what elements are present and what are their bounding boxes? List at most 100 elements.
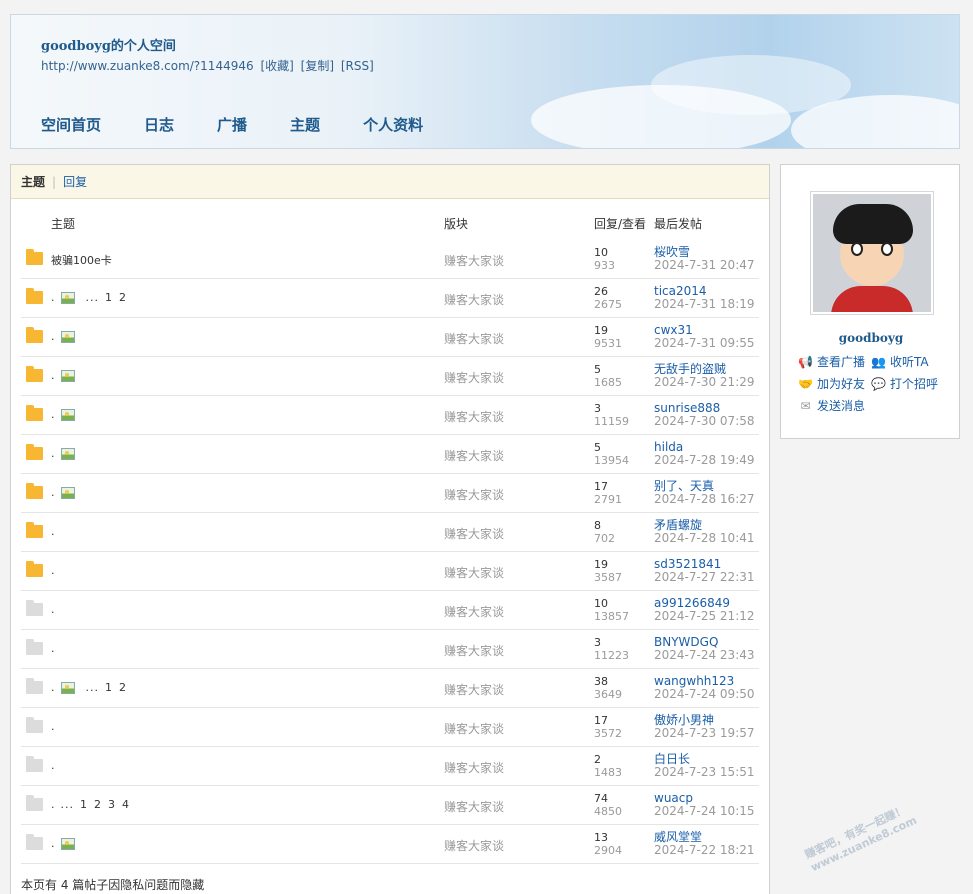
last-post: sd3521841 2024-7-27 22:31: [654, 558, 755, 584]
forum-link[interactable]: 赚客大家谈: [444, 564, 504, 581]
page-link[interactable]: 2: [94, 798, 102, 811]
avatar-hair: [833, 204, 913, 244]
favorite-link[interactable]: [收藏]: [260, 59, 293, 73]
avatar-image: [813, 194, 931, 312]
last-post-date-link[interactable]: 2024-7-24 23:43: [654, 649, 755, 662]
forum-link[interactable]: 赚客大家谈: [444, 837, 504, 854]
thread-title-link[interactable]: .: [51, 525, 55, 538]
thread-title-link[interactable]: .: [51, 759, 55, 772]
last-post-date-link[interactable]: 2024-7-30 21:29: [654, 376, 755, 389]
thread-title-link[interactable]: .: [51, 720, 55, 733]
last-post-date-link[interactable]: 2024-7-31 09:55: [654, 337, 755, 350]
thread-title-link[interactable]: .: [51, 837, 55, 850]
page-ellipsis: ...: [60, 798, 74, 811]
view-broadcast-button[interactable]: 📢 查看广播: [798, 353, 865, 370]
forum-link[interactable]: 赚客大家谈: [444, 447, 504, 464]
rss-link[interactable]: [RSS]: [341, 59, 374, 73]
nav-home[interactable]: 空间首页: [41, 114, 101, 135]
page-link[interactable]: 2: [119, 681, 127, 694]
view-count: 11159: [594, 415, 629, 428]
folder-icon: [26, 327, 43, 343]
view-count: 3587: [594, 571, 622, 584]
table-row: .... 1 2 赚客大家谈 26 2675 tica2014 2024-7-31 18:19: [21, 279, 759, 318]
last-post-date-link[interactable]: 2024-7-23 15:51: [654, 766, 755, 779]
last-post: 别了、天真 2024-7-28 16:27: [654, 480, 755, 506]
space-url-link[interactable]: http://www.zuanke8.com/?1144946: [41, 59, 254, 73]
forum-link[interactable]: 赚客大家谈: [444, 798, 504, 815]
forum-link[interactable]: 赚客大家谈: [444, 720, 504, 737]
forum-link[interactable]: 赚客大家谈: [444, 330, 504, 347]
forum-link[interactable]: 赚客大家谈: [444, 369, 504, 386]
profile-username[interactable]: goodboyg: [781, 331, 961, 345]
view-count: 702: [594, 532, 615, 545]
page-link[interactable]: 2: [119, 291, 127, 304]
table-row: .... 1 2 赚客大家谈 38 3649 wangwhh123 2024-7-24 09:…: [21, 669, 759, 708]
page-link[interactable]: 1: [105, 291, 113, 304]
space-title[interactable]: goodboyg的个人空间: [41, 35, 176, 54]
avatar[interactable]: [810, 191, 934, 315]
image-attachment-icon: [60, 486, 75, 499]
nav-blog[interactable]: 日志: [144, 114, 174, 135]
nav-profile[interactable]: 个人资料: [363, 114, 423, 135]
follow-button[interactable]: 👥 收听TA: [871, 353, 929, 370]
page-link[interactable]: 4: [122, 798, 130, 811]
greet-label: 打个招呼: [890, 377, 939, 391]
last-post-date-link[interactable]: 2024-7-25 21:12: [654, 610, 755, 623]
thread-title-link[interactable]: .: [51, 486, 55, 499]
reply-view-counts: 74 4850: [594, 792, 622, 818]
forum-link[interactable]: 赚客大家谈: [444, 642, 504, 659]
view-count: 3649: [594, 688, 622, 701]
forum-link[interactable]: 赚客大家谈: [444, 681, 504, 698]
last-post-date-link[interactable]: 2024-7-28 16:27: [654, 493, 755, 506]
page-link[interactable]: 1: [80, 798, 88, 811]
thread-title-link[interactable]: .: [51, 603, 55, 616]
page-link[interactable]: 1: [105, 681, 113, 694]
folder-icon: [26, 483, 43, 499]
last-post-date-link[interactable]: 2024-7-28 10:41: [654, 532, 755, 545]
thread-title-link[interactable]: .: [51, 447, 55, 460]
thread-pages: ... 1 2: [80, 291, 128, 304]
add-friend-button[interactable]: 🤝 加为好友: [798, 375, 865, 392]
thread-subject: .: [51, 720, 55, 733]
forum-link[interactable]: 赚客大家谈: [444, 252, 504, 269]
last-post-date-link[interactable]: 2024-7-27 22:31: [654, 571, 755, 584]
last-post-date-link[interactable]: 2024-7-24 10:15: [654, 805, 755, 818]
copy-link[interactable]: [复制]: [301, 59, 334, 73]
thread-title-link[interactable]: 被骗100e卡: [51, 252, 112, 268]
send-message-button[interactable]: ✉ 发送消息: [798, 397, 865, 414]
last-post-date-link[interactable]: 2024-7-23 19:57: [654, 727, 755, 740]
page-link[interactable]: 3: [108, 798, 116, 811]
thread-title-link[interactable]: .: [51, 681, 55, 694]
folder-icon: [26, 561, 43, 577]
greet-button[interactable]: 💬 打个招呼: [871, 375, 938, 392]
forum-link[interactable]: 赚客大家谈: [444, 525, 504, 542]
view-count: 11223: [594, 649, 629, 662]
forum-link[interactable]: 赚客大家谈: [444, 759, 504, 776]
forum-link[interactable]: 赚客大家谈: [444, 291, 504, 308]
thread-title-link[interactable]: .: [51, 408, 55, 421]
thread-title-link[interactable]: .: [51, 642, 55, 655]
table-row: . 赚客大家谈 8 702 矛盾螺旋 2024-7-28 10:41: [21, 513, 759, 552]
last-post: 矛盾螺旋 2024-7-28 10:41: [654, 519, 755, 545]
tab-replies[interactable]: 回复: [63, 173, 87, 190]
last-post-date-link[interactable]: 2024-7-31 20:47: [654, 259, 755, 272]
last-post-date-link[interactable]: 2024-7-24 09:50: [654, 688, 755, 701]
last-post: tica2014 2024-7-31 18:19: [654, 285, 755, 311]
thread-title-link[interactable]: .: [51, 564, 55, 577]
tab-threads[interactable]: 主题: [21, 173, 45, 190]
header-replies-views: 回复/查看: [594, 217, 647, 231]
forum-link[interactable]: 赚客大家谈: [444, 603, 504, 620]
nav-broadcast[interactable]: 广播: [217, 114, 247, 135]
nav-threads[interactable]: 主题: [290, 114, 320, 135]
last-post-date-link[interactable]: 2024-7-22 18:21: [654, 844, 755, 857]
forum-link[interactable]: 赚客大家谈: [444, 486, 504, 503]
last-post-date-link[interactable]: 2024-7-31 18:19: [654, 298, 755, 311]
last-post-date-link[interactable]: 2024-7-30 07:58: [654, 415, 755, 428]
table-row: . 赚客大家谈 19 9531 cwx31 2024-7-31 09:55: [21, 318, 759, 357]
thread-title-link[interactable]: .: [51, 330, 55, 343]
thread-title-link[interactable]: .: [51, 369, 55, 382]
forum-link[interactable]: 赚客大家谈: [444, 408, 504, 425]
last-post-date-link[interactable]: 2024-7-28 19:49: [654, 454, 755, 467]
table-row: 被骗100e卡 赚客大家谈 10 933 桜吹雪 2024-7-31 20:47: [21, 240, 759, 279]
thread-title-link[interactable]: .: [51, 291, 55, 304]
